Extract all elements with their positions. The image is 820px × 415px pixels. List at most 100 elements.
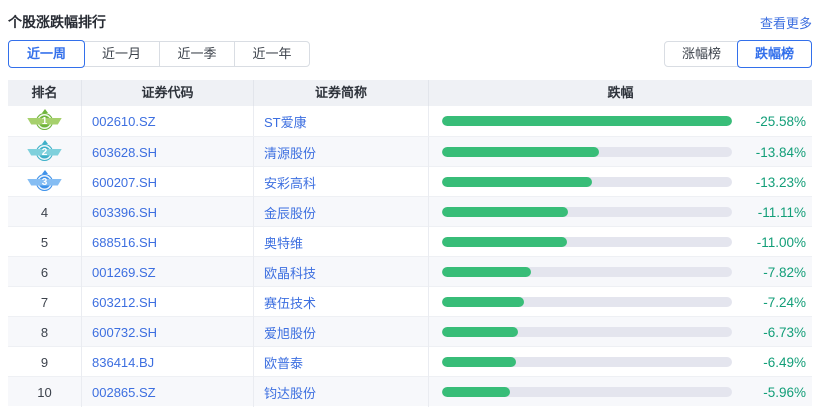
- change-cell: -6.73%: [429, 317, 812, 347]
- page-title: 个股涨跌幅排行: [8, 14, 106, 30]
- rank-cell: 5: [8, 227, 82, 257]
- change-bar-track: [442, 327, 732, 337]
- change-bar-fill: [442, 207, 568, 217]
- rank-type-tabs: 涨幅榜 跌幅榜: [664, 40, 812, 68]
- table-row: 10 002865.SZ 钧达股份 -5.96%: [8, 376, 812, 407]
- table-row: 8 600732.SH 爱旭股份 -6.73%: [8, 316, 812, 347]
- table-row: 3 600207.SH 安彩高科 -13.23%: [8, 166, 812, 197]
- stock-name[interactable]: 安彩高科: [254, 167, 429, 197]
- rank-cell: 8: [8, 317, 82, 347]
- rank-number: 8: [40, 324, 49, 340]
- col-header-change: 跌幅: [607, 85, 634, 100]
- rank-cell: 7: [8, 287, 82, 317]
- stock-code[interactable]: 002610.SZ: [82, 106, 254, 136]
- change-cell: -25.58%: [429, 106, 812, 136]
- tab-gainers[interactable]: 涨幅榜: [665, 42, 738, 66]
- change-bar-track: [442, 267, 732, 277]
- change-bar-fill: [442, 177, 592, 187]
- stock-name[interactable]: 爱旭股份: [254, 317, 429, 347]
- view-more-link[interactable]: 查看更多: [760, 13, 812, 32]
- change-bar-track: [442, 177, 732, 187]
- stock-code[interactable]: 603396.SH: [82, 197, 254, 227]
- change-bar-track: [442, 237, 732, 247]
- tab-period-month[interactable]: 近一月: [84, 42, 159, 66]
- rank-number: 6: [40, 264, 49, 280]
- change-bar-track: [442, 387, 732, 397]
- change-bar-track: [442, 357, 732, 367]
- table-row: 4 603396.SH 金辰股份 -11.11%: [8, 196, 812, 227]
- rank-cell: 1: [8, 106, 82, 136]
- stock-code[interactable]: 836414.BJ: [82, 347, 254, 377]
- change-bar-fill: [442, 147, 599, 157]
- rank-cell: 2: [8, 137, 82, 167]
- change-percent: -11.00%: [756, 234, 806, 250]
- change-cell: -5.96%: [429, 377, 812, 407]
- stock-name[interactable]: 清源股份: [254, 137, 429, 167]
- table-row: 1 002610.SZ ST爱康 -25.58%: [8, 106, 812, 136]
- stock-code[interactable]: 688516.SH: [82, 227, 254, 257]
- stock-code[interactable]: 001269.SZ: [82, 257, 254, 287]
- period-tabs: 近一周 近一月 近一季 近一年: [8, 40, 310, 68]
- change-percent: -6.73%: [763, 324, 806, 340]
- panel-header: 个股涨跌幅排行 查看更多: [8, 10, 812, 34]
- change-bar-fill: [442, 387, 510, 397]
- tab-period-quarter[interactable]: 近一季: [159, 42, 234, 66]
- table-row: 9 836414.BJ 欧普泰 -6.49%: [8, 346, 812, 377]
- change-cell: -13.23%: [429, 167, 812, 197]
- change-bar-fill: [442, 116, 732, 126]
- rank-cell: 9: [8, 347, 82, 377]
- stock-name[interactable]: 奥特维: [254, 227, 429, 257]
- change-bar-track: [442, 297, 732, 307]
- rank-cell: 10: [8, 377, 82, 407]
- change-cell: -6.49%: [429, 347, 812, 377]
- change-bar-fill: [442, 297, 525, 307]
- change-bar-track: [442, 147, 732, 157]
- stock-name[interactable]: 欧晶科技: [254, 257, 429, 287]
- stock-name[interactable]: 赛伍技术: [254, 287, 429, 317]
- stock-code[interactable]: 603212.SH: [82, 287, 254, 317]
- change-cell: -7.24%: [429, 287, 812, 317]
- change-bar-track: [442, 116, 732, 126]
- stock-name[interactable]: 欧普泰: [254, 347, 429, 377]
- change-percent: -11.11%: [757, 204, 806, 220]
- col-header-code: 证券代码: [82, 80, 254, 106]
- stock-name[interactable]: 金辰股份: [254, 197, 429, 227]
- filter-controls: 近一周 近一月 近一季 近一年 涨幅榜 跌幅榜: [8, 40, 812, 68]
- tab-losers[interactable]: 跌幅榜: [737, 40, 812, 68]
- rank-number: 4: [40, 204, 49, 220]
- tab-period-year[interactable]: 近一年: [234, 42, 309, 66]
- stock-code[interactable]: 600207.SH: [82, 167, 254, 197]
- change-percent: -5.96%: [763, 384, 806, 400]
- stock-name[interactable]: 钧达股份: [254, 377, 429, 407]
- col-header-rank: 排名: [8, 80, 82, 106]
- table-header: 排名 证券代码 证券简称 跌幅: [8, 80, 812, 106]
- stock-code[interactable]: 002865.SZ: [82, 377, 254, 407]
- change-percent: -25.58%: [755, 113, 806, 129]
- stock-code[interactable]: 603628.SH: [82, 137, 254, 167]
- change-bar-track: [442, 207, 732, 217]
- change-percent: -13.23%: [755, 174, 806, 190]
- change-bar-fill: [442, 357, 516, 367]
- rank-1-medal: 1: [36, 112, 53, 130]
- change-percent: -6.49%: [763, 354, 806, 370]
- table-row: 2 603628.SH 清源股份 -13.84%: [8, 136, 812, 167]
- table-row: 6 001269.SZ 欧晶科技 -7.82%: [8, 256, 812, 287]
- change-cell: -11.11%: [429, 197, 812, 227]
- change-cell: -7.82%: [429, 257, 812, 287]
- ranking-table: 排名 证券代码 证券简称 跌幅 1 002610.SZ ST爱康 -25.58%…: [8, 80, 812, 407]
- stock-code[interactable]: 600732.SH: [82, 317, 254, 347]
- rank-cell: 4: [8, 197, 82, 227]
- col-header-name: 证券简称: [254, 80, 429, 106]
- rank-number: 5: [40, 234, 49, 250]
- rank-3-medal: 3: [36, 173, 53, 191]
- rank-cell: 6: [8, 257, 82, 287]
- change-cell: -13.84%: [429, 137, 812, 167]
- change-bar-fill: [442, 237, 567, 247]
- change-bar-fill: [442, 267, 531, 277]
- change-bar-fill: [442, 327, 519, 337]
- change-cell: -11.00%: [429, 227, 812, 257]
- rank-cell: 3: [8, 167, 82, 197]
- rank-2-medal: 2: [36, 143, 53, 161]
- stock-name[interactable]: ST爱康: [254, 106, 429, 136]
- tab-period-week[interactable]: 近一周: [8, 40, 85, 68]
